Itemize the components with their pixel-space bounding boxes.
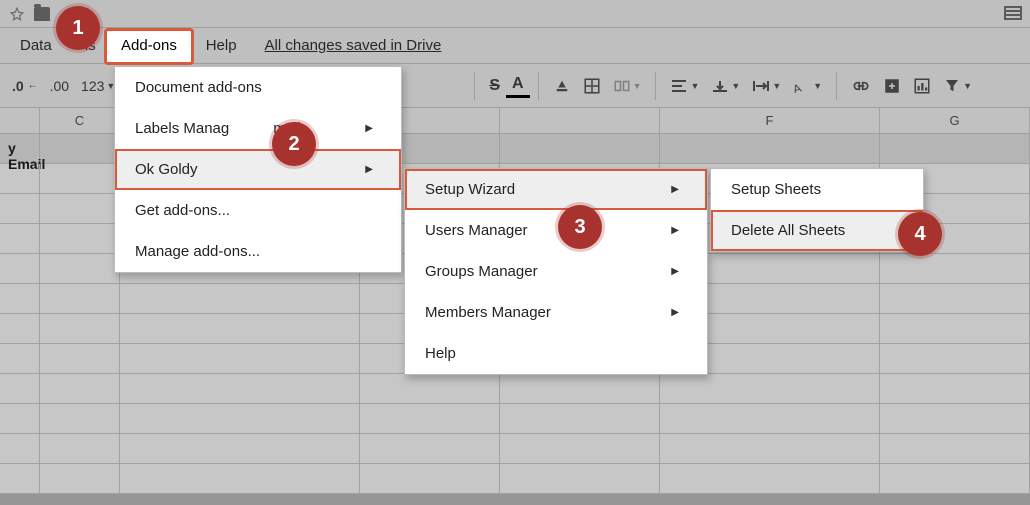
menu-get-addons[interactable]: Get add-ons... (115, 190, 401, 231)
menu-labels-manager[interactable]: Labels Managmail▶ (115, 108, 401, 149)
hamburger-icon[interactable] (1004, 6, 1022, 20)
step-badge-1: 1 (56, 6, 100, 50)
titlebar (0, 0, 1030, 28)
borders-icon[interactable] (577, 73, 607, 99)
col-c[interactable]: C (40, 108, 120, 133)
text-color-icon[interactable]: A (506, 73, 530, 98)
drive-save-status[interactable]: All changes saved in Drive (265, 37, 442, 54)
menu-delete-all-sheets[interactable]: Delete All Sheets (711, 210, 923, 251)
col-f[interactable]: F (660, 108, 880, 133)
menu-ok-goldy-help[interactable]: Help (405, 333, 707, 374)
step-badge-3: 3 (558, 205, 602, 249)
menu-help[interactable]: Help (196, 29, 247, 62)
col-g[interactable]: G (880, 108, 1030, 133)
menu-setup-wizard[interactable]: Setup Wizard▶ (405, 169, 707, 210)
increase-decimal[interactable]: .00 (44, 74, 75, 98)
folder-icon[interactable] (34, 7, 50, 21)
step-badge-4: 4 (898, 212, 942, 256)
step-badge-2: 2 (272, 122, 316, 166)
vertical-align-icon[interactable]: ▼ (705, 75, 746, 97)
insert-comment-icon[interactable] (877, 73, 907, 99)
addons-menu: Document add-ons Labels Managmail▶ Ok Go… (114, 66, 402, 273)
menu-groups-manager[interactable]: Groups Manager▶ (405, 251, 707, 292)
text-wrap-icon[interactable]: ▼ (746, 75, 787, 97)
fill-color-icon[interactable] (547, 73, 577, 99)
setup-wizard-submenu: Setup Sheets Delete All Sheets (710, 168, 924, 252)
menu-members-manager[interactable]: Members Manager▶ (405, 292, 707, 333)
menu-setup-sheets[interactable]: Setup Sheets (711, 169, 923, 210)
menu-data[interactable]: Data (10, 29, 62, 62)
insert-link-icon[interactable] (845, 76, 877, 96)
insert-chart-icon[interactable] (907, 73, 937, 99)
menu-addons-active[interactable]: Add-ons (104, 28, 194, 65)
star-icon[interactable] (10, 7, 24, 21)
menu-users-manager[interactable]: Users Manager▶ (405, 210, 707, 251)
ok-goldy-submenu: Setup Wizard▶ Users Manager▶ Groups Mana… (404, 168, 708, 375)
cell-header[interactable]: y Email (0, 134, 40, 163)
strikethrough-icon[interactable]: S (483, 73, 506, 99)
text-rotation-icon[interactable]: A▼ (787, 75, 828, 97)
horizontal-align-icon[interactable]: ▼ (664, 75, 705, 97)
menu-document-addons[interactable]: Document add-ons (115, 67, 401, 108)
menu-ok-goldy[interactable]: Ok Goldy▶ (115, 149, 401, 190)
decrease-decimal-icon[interactable]: .0 ← (6, 74, 44, 98)
merge-cells-icon[interactable]: ▼ (607, 73, 648, 99)
filter-icon[interactable]: ▼ (937, 73, 978, 99)
svg-text:A: A (793, 80, 803, 92)
menu-manage-addons[interactable]: Manage add-ons... (115, 231, 401, 272)
